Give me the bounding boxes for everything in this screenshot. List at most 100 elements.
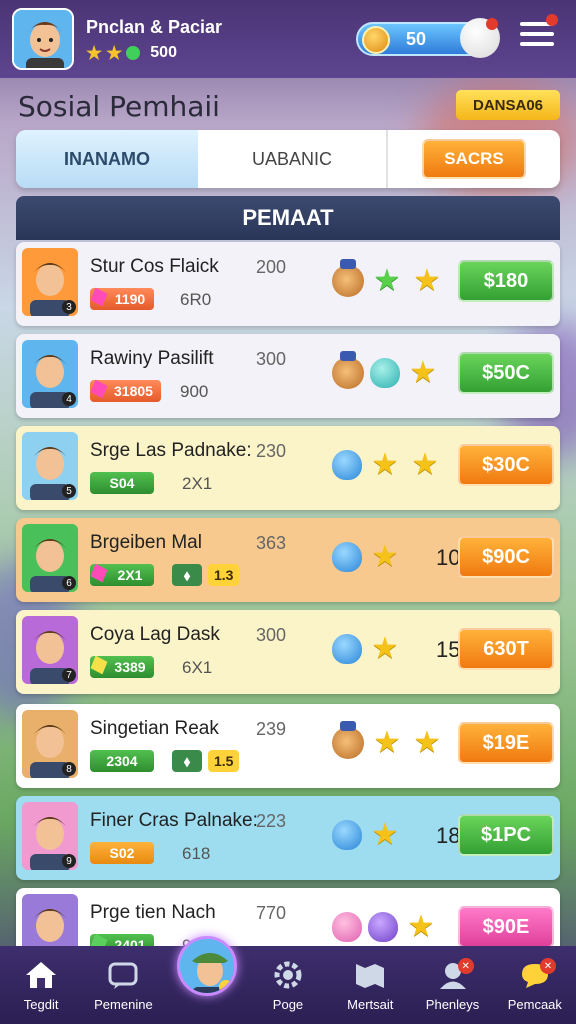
player-row[interactable]: 4 Rawiny Pasilift 300 31805 900 ★ $50C bbox=[16, 334, 560, 418]
row-points-pill: 3389 bbox=[90, 655, 154, 678]
row-avatar[interactable]: 4 bbox=[22, 340, 78, 408]
row-name: Coya Lag Dask bbox=[90, 624, 220, 645]
price-button[interactable]: $90C bbox=[458, 536, 554, 578]
header-badge[interactable]: DANSA06 bbox=[456, 90, 560, 120]
slime-icon bbox=[332, 634, 362, 664]
player-row[interactable]: 5 Srge Las Padnake: 230 S04 2X1 ★ ★ $30C bbox=[16, 426, 560, 510]
slime-icon bbox=[370, 358, 400, 388]
row-avatar[interactable]: 6 bbox=[22, 524, 78, 592]
level-badge: 3 bbox=[62, 300, 76, 314]
row-points: 1190 bbox=[114, 291, 146, 307]
row-points: 31805 bbox=[114, 383, 153, 399]
row-avatar[interactable]: 7 bbox=[22, 616, 78, 684]
row-points-pill: 2304 bbox=[90, 750, 154, 772]
row-count: 15 bbox=[436, 637, 461, 662]
level-badge: 4 bbox=[62, 392, 76, 406]
tab-inanamo[interactable]: INANAMO bbox=[16, 130, 198, 188]
player-row[interactable]: 9 Finer Cras Palnake: 223 S02 618 ★ 18 $1PC bbox=[16, 796, 560, 880]
home-icon bbox=[24, 959, 58, 991]
row-count: 18 bbox=[436, 823, 461, 848]
star-icon: ★ bbox=[413, 726, 441, 759]
level-badge: 5 bbox=[62, 484, 76, 498]
row-avatar[interactable]: 8 bbox=[22, 710, 78, 778]
row-avatar[interactable]: 9 bbox=[22, 802, 78, 870]
nav-label: Pemcaak bbox=[507, 997, 562, 1012]
row-points-pill: S02 bbox=[90, 842, 154, 864]
slime-icon bbox=[332, 912, 362, 942]
nav-home[interactable]: Tegdit bbox=[0, 946, 82, 1024]
monkey-icon bbox=[332, 351, 364, 389]
nav-pemenine[interactable]: Pemenine bbox=[82, 946, 164, 1024]
player-row[interactable]: 6 Brgeiben Mal 363 2X1 ⬧ 1.3 ★ 10 $90C bbox=[16, 518, 560, 602]
slime-icon bbox=[332, 542, 362, 572]
star-icon: ★ bbox=[371, 818, 399, 851]
boost-icon: ⬧ bbox=[172, 564, 202, 586]
star-icon: ★ bbox=[373, 726, 401, 759]
row-avatar[interactable]: 3 bbox=[22, 248, 78, 316]
row-reward-icons: ★ bbox=[332, 540, 402, 574]
row-sub: 900 bbox=[180, 382, 209, 401]
gem-icon bbox=[126, 45, 141, 60]
row-points-pill: 2X1 bbox=[90, 563, 154, 586]
crystal-icon bbox=[90, 655, 108, 675]
price-button[interactable]: $19E bbox=[458, 722, 554, 764]
row-name: Srge Las Padnake: bbox=[90, 440, 252, 461]
row-score: 223 bbox=[256, 811, 287, 831]
nav-phenleys[interactable]: ✕ Phenleys bbox=[411, 946, 493, 1024]
row-reward-icons: ★ ★ bbox=[332, 259, 444, 298]
boost-icon: ⬧ bbox=[172, 750, 202, 772]
price-button[interactable]: $1PC bbox=[458, 814, 554, 856]
menu-button[interactable] bbox=[520, 14, 558, 52]
crystal-icon bbox=[90, 379, 108, 399]
row-avatar[interactable]: 5 bbox=[22, 432, 78, 500]
row-reward-icons: ★ ★ bbox=[332, 721, 444, 760]
price-button[interactable]: $90E bbox=[458, 906, 554, 948]
profile-avatar[interactable] bbox=[176, 936, 237, 996]
level-badge: 7 bbox=[62, 668, 76, 682]
row-name: Brgeiben Mal bbox=[90, 532, 202, 553]
row-sub: 6R0 bbox=[180, 290, 212, 309]
star-icon: ★ bbox=[373, 264, 401, 297]
tab-sacrs[interactable]: SACRS bbox=[388, 130, 560, 188]
level-badge: 9 bbox=[62, 854, 76, 868]
price-button[interactable]: $180 bbox=[458, 260, 554, 302]
nav-label: Phenleys bbox=[425, 997, 480, 1012]
star-icon: ★ bbox=[86, 42, 103, 63]
row-points-pill: S04 bbox=[90, 472, 154, 494]
star-icon: ★ bbox=[371, 632, 399, 665]
nav-profile[interactable] bbox=[165, 936, 247, 1024]
sacrs-button[interactable]: SACRS bbox=[422, 139, 526, 179]
row-score: 300 bbox=[256, 625, 287, 645]
map-icon bbox=[353, 959, 387, 991]
row-score: 770 bbox=[256, 903, 287, 923]
player-row[interactable]: 7 Coya Lag Dask 300 3389 6X1 ★ 15 630T bbox=[16, 610, 560, 694]
multiplier-badge: 1.3 bbox=[208, 564, 240, 586]
star-icon: ★ bbox=[106, 42, 123, 63]
row-name: Rawiny Pasilift bbox=[90, 348, 214, 369]
player-row[interactable]: 3 Stur Cos Flaick 200 1190 6R0 ★ ★ $180 bbox=[16, 242, 560, 326]
nav-poge[interactable]: Poge bbox=[247, 946, 329, 1024]
bottom-nav: Tegdit Pemenine Poge Mertsait ✕ Phenleys… bbox=[0, 936, 576, 1024]
multiplier-badge: 1.5 bbox=[208, 750, 240, 772]
add-coins-icon[interactable] bbox=[460, 18, 500, 58]
price-button[interactable]: $50C bbox=[458, 352, 554, 394]
star-icon: ★ bbox=[371, 448, 399, 481]
slime-icon bbox=[368, 912, 398, 942]
tab-uabanic[interactable]: UABANIC bbox=[198, 130, 388, 188]
row-name: Singetian Reak bbox=[90, 718, 219, 739]
player-row[interactable]: 8 Singetian Reak 239 2304 ⬧ 1.5 ★ ★ $19E bbox=[16, 704, 560, 788]
coin-balance[interactable]: 50 bbox=[356, 18, 500, 58]
nav-label: Pemenine bbox=[94, 997, 153, 1012]
row-sub: 618 bbox=[182, 844, 211, 863]
nav-mertsait[interactable]: Mertsait bbox=[329, 946, 411, 1024]
nav-pemcaak[interactable]: ✕ Pemcaak bbox=[494, 946, 576, 1024]
price-button[interactable]: $30C bbox=[458, 444, 554, 486]
row-sub: 2X1 bbox=[182, 474, 213, 493]
star-icon: ★ bbox=[413, 264, 441, 297]
star-icon: ★ bbox=[409, 356, 437, 389]
row-reward-icons: ★ bbox=[332, 351, 440, 390]
nav-label: Mertsait bbox=[347, 997, 394, 1012]
price-button[interactable]: 630T bbox=[458, 628, 554, 670]
player-avatar[interactable] bbox=[12, 8, 74, 70]
crystal-icon bbox=[90, 287, 108, 307]
